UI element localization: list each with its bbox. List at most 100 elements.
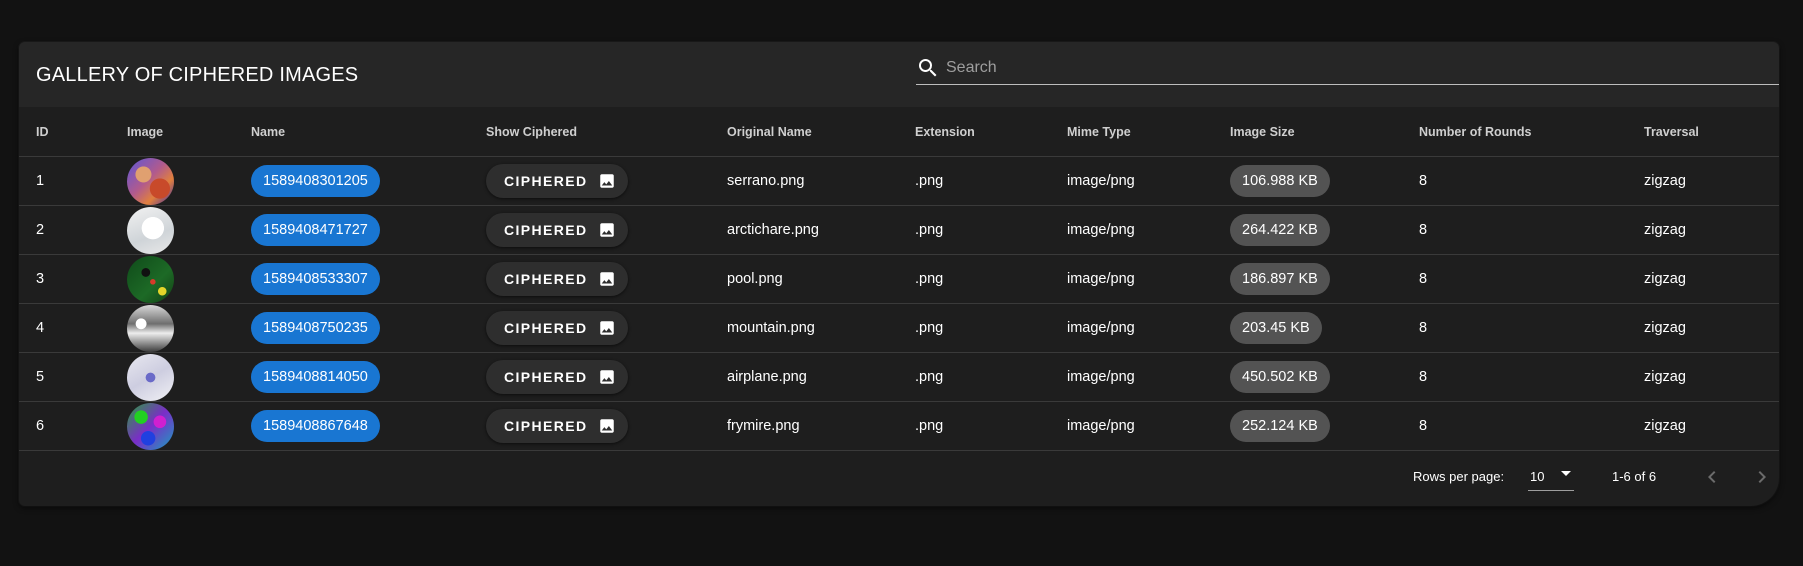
image-thumbnail[interactable] <box>127 304 174 352</box>
cell-original-name: serrano.png <box>727 156 915 206</box>
show-ciphered-label: CIPHERED <box>504 173 588 189</box>
image-icon <box>599 174 614 188</box>
show-ciphered-label: CIPHERED <box>504 222 588 238</box>
search-bar[interactable] <box>916 52 1779 85</box>
cell-image <box>127 205 251 255</box>
cell-extension: .png <box>915 254 1067 304</box>
table-row: 2 1589408471727 CIPHERED arctichare.png … <box>19 205 1779 255</box>
name-chip[interactable]: 1589408301205 <box>251 165 380 197</box>
cell-traversal: zigzag <box>1644 205 1779 255</box>
cell-traversal: zigzag <box>1644 303 1779 353</box>
image-icon <box>599 370 614 384</box>
image-icon <box>599 419 614 433</box>
cell-mime-type: image/png <box>1067 401 1230 451</box>
search-input[interactable] <box>944 54 1768 82</box>
show-ciphered-button[interactable]: CIPHERED <box>486 213 628 247</box>
column-header-id[interactable]: ID <box>19 107 127 157</box>
column-header-image[interactable]: Image <box>127 107 251 157</box>
name-chip[interactable]: 1589408533307 <box>251 263 380 295</box>
image-thumbnail[interactable] <box>127 206 174 254</box>
image-thumbnail[interactable] <box>127 402 174 450</box>
cell-mime-type: image/png <box>1067 205 1230 255</box>
search-icon <box>919 59 937 77</box>
gallery-card: GALLERY OF CIPHERED IMAGES ID Image Name… <box>19 42 1779 506</box>
cell-show-ciphered: CIPHERED <box>486 254 727 304</box>
cell-traversal: zigzag <box>1644 401 1779 451</box>
show-ciphered-button[interactable]: CIPHERED <box>486 262 628 296</box>
cell-original-name: frymire.png <box>727 401 915 451</box>
table-row: 4 1589408750235 CIPHERED mountain.png .p… <box>19 303 1779 353</box>
cell-image-size: 252.124 KB <box>1230 401 1419 451</box>
cell-traversal: zigzag <box>1644 156 1779 206</box>
cell-mime-type: image/png <box>1067 352 1230 402</box>
column-header-traversal[interactable]: Traversal <box>1644 107 1779 157</box>
cell-number-of-rounds: 8 <box>1419 254 1644 304</box>
show-ciphered-label: CIPHERED <box>504 320 588 336</box>
cell-mime-type: image/png <box>1067 303 1230 353</box>
cell-show-ciphered: CIPHERED <box>486 156 727 206</box>
cell-image-size: 186.897 KB <box>1230 254 1419 304</box>
image-size-chip: 203.45 KB <box>1230 312 1322 344</box>
show-ciphered-label: CIPHERED <box>504 271 588 287</box>
cell-traversal: zigzag <box>1644 254 1779 304</box>
cell-id: 5 <box>19 352 127 402</box>
column-header-extension[interactable]: Extension <box>915 107 1067 157</box>
column-header-original-name[interactable]: Original Name <box>727 107 915 157</box>
name-chip[interactable]: 1589408750235 <box>251 312 380 344</box>
table-row: 5 1589408814050 CIPHERED airplane.png .p… <box>19 352 1779 402</box>
column-header-image-size[interactable]: Image Size <box>1230 107 1419 157</box>
image-thumbnail[interactable] <box>127 353 174 401</box>
show-ciphered-button[interactable]: CIPHERED <box>486 360 628 394</box>
cell-extension: .png <box>915 401 1067 451</box>
table-toolbar: GALLERY OF CIPHERED IMAGES <box>19 42 1779 107</box>
images-table: ID Image Name Show Ciphered Original Nam… <box>19 107 1779 451</box>
cell-name: 1589408814050 <box>251 352 486 402</box>
name-chip[interactable]: 1589408471727 <box>251 214 380 246</box>
cell-traversal: zigzag <box>1644 352 1779 402</box>
pagination-range: 1-6 of 6 <box>1612 469 1657 484</box>
cell-number-of-rounds: 8 <box>1419 205 1644 255</box>
column-header-number-of-rounds[interactable]: Number of Rounds <box>1419 107 1644 157</box>
cell-image <box>127 156 251 206</box>
cell-extension: .png <box>915 205 1067 255</box>
cell-image <box>127 401 251 451</box>
image-size-chip: 264.422 KB <box>1230 214 1330 246</box>
cell-show-ciphered: CIPHERED <box>486 303 727 353</box>
image-icon <box>599 223 614 237</box>
show-ciphered-label: CIPHERED <box>504 369 588 385</box>
show-ciphered-button[interactable]: CIPHERED <box>486 164 628 198</box>
cell-image <box>127 254 251 304</box>
table-row: 3 1589408533307 CIPHERED pool.png .png i… <box>19 254 1779 304</box>
previous-page-icon[interactable] <box>1700 465 1724 489</box>
cell-name: 1589408533307 <box>251 254 486 304</box>
show-ciphered-label: CIPHERED <box>504 418 588 434</box>
cell-name: 1589408867648 <box>251 401 486 451</box>
cell-show-ciphered: CIPHERED <box>486 401 727 451</box>
cell-extension: .png <box>915 352 1067 402</box>
column-header-show-ciphered[interactable]: Show Ciphered <box>486 107 727 157</box>
cell-name: 1589408750235 <box>251 303 486 353</box>
cell-number-of-rounds: 8 <box>1419 401 1644 451</box>
show-ciphered-button[interactable]: CIPHERED <box>486 409 628 443</box>
cell-show-ciphered: CIPHERED <box>486 352 727 402</box>
cell-number-of-rounds: 8 <box>1419 156 1644 206</box>
image-icon <box>599 321 614 335</box>
next-page-icon[interactable] <box>1750 465 1774 489</box>
cell-image-size: 203.45 KB <box>1230 303 1419 353</box>
name-chip[interactable]: 1589408867648 <box>251 410 380 442</box>
image-size-chip: 450.502 KB <box>1230 361 1330 393</box>
image-thumbnail[interactable] <box>127 157 174 205</box>
rows-per-page-select[interactable]: 10 <box>1528 462 1574 491</box>
cell-image-size: 106.988 KB <box>1230 156 1419 206</box>
column-header-name[interactable]: Name <box>251 107 486 157</box>
cell-id: 4 <box>19 303 127 353</box>
dropdown-arrow-icon <box>1561 471 1571 476</box>
table-row: 1 1589408301205 CIPHERED serrano.png .pn… <box>19 156 1779 206</box>
show-ciphered-button[interactable]: CIPHERED <box>486 311 628 345</box>
image-size-chip: 186.897 KB <box>1230 263 1330 295</box>
cell-image <box>127 352 251 402</box>
cell-mime-type: image/png <box>1067 156 1230 206</box>
name-chip[interactable]: 1589408814050 <box>251 361 380 393</box>
image-thumbnail[interactable] <box>127 255 174 303</box>
column-header-mime-type[interactable]: Mime Type <box>1067 107 1230 157</box>
